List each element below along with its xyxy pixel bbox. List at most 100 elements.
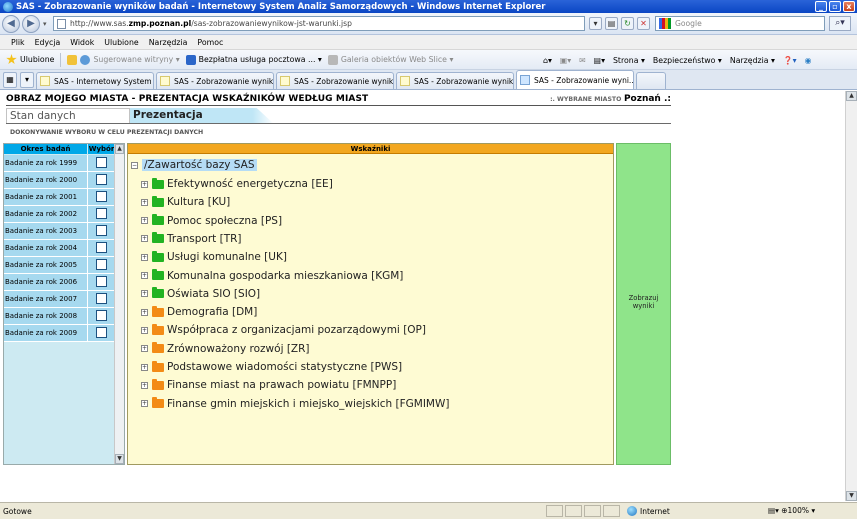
browser-tab-1[interactable]: SAS - Internetowy System A... bbox=[36, 72, 154, 89]
close-button[interactable]: x bbox=[843, 1, 855, 12]
scroll-up-icon[interactable]: ▲ bbox=[115, 144, 124, 154]
tree-item-dm[interactable]: + Demografia [DM] bbox=[141, 305, 257, 319]
browser-tab-2[interactable]: SAS - Zobrazowanie wynikó... bbox=[156, 72, 274, 89]
stop-icon[interactable]: ✕ bbox=[637, 17, 650, 30]
tree-item-fgmimw[interactable]: + Finanse gmin miejskich i miejsko_wiejsk… bbox=[141, 397, 449, 411]
tab-data-state[interactable]: Stan danych bbox=[6, 108, 130, 124]
selected-city-label: :. WYBRANE MIASTO bbox=[550, 96, 622, 103]
expand-icon[interactable]: + bbox=[141, 217, 148, 225]
period-checkbox[interactable] bbox=[96, 208, 107, 219]
period-checkbox[interactable] bbox=[96, 259, 107, 270]
expand-icon[interactable]: + bbox=[141, 253, 148, 261]
expand-icon[interactable]: + bbox=[141, 326, 148, 334]
period-checkbox[interactable] bbox=[96, 225, 107, 236]
expand-icon[interactable]: + bbox=[141, 290, 148, 298]
history-dropdown-icon[interactable]: ▾ bbox=[43, 20, 47, 28]
tree-item-pws[interactable]: + Podstawowe wiadomości statystyczne [PWS… bbox=[141, 360, 402, 374]
home-icon[interactable]: ⌂▾ bbox=[543, 56, 552, 65]
tab-favicon bbox=[400, 76, 410, 86]
period-checkbox[interactable] bbox=[96, 327, 107, 338]
period-checkbox[interactable] bbox=[96, 157, 107, 168]
tree-item-zr[interactable]: + Zrównoważony rozwój [ZR] bbox=[141, 342, 310, 356]
research-icon[interactable]: ◉ bbox=[805, 56, 812, 65]
tree-item-ps[interactable]: + Pomoc społeczna [PS] bbox=[141, 214, 282, 228]
refresh-icon[interactable]: ↻ bbox=[621, 17, 634, 30]
security-menu[interactable]: Bezpieczeństwo ▾ bbox=[653, 56, 722, 65]
back-button[interactable]: ◀ bbox=[2, 14, 20, 33]
browser-tab-3[interactable]: SAS - Zobrazowanie wynikó... bbox=[276, 72, 394, 89]
menu-help[interactable]: Pomoc bbox=[192, 38, 228, 47]
expand-icon[interactable]: + bbox=[141, 345, 148, 353]
page-scrollbar[interactable]: ▲ ▼ bbox=[845, 91, 857, 501]
help-icon[interactable]: ❓▾ bbox=[783, 56, 797, 65]
tab-list-icon[interactable]: ▾ bbox=[20, 72, 34, 88]
free-mail-link[interactable]: Bezpłatna usługa pocztowa ... ▾ bbox=[185, 54, 322, 65]
web-slice-gallery-link[interactable]: Galeria obiektów Web Slice ▾ bbox=[327, 54, 453, 65]
tree-item-kgm[interactable]: + Komunalna gospodarka mieszkaniowa [KGM] bbox=[141, 269, 403, 283]
period-label: Badanie za rok 2008 bbox=[4, 308, 87, 324]
suggested-sites-button[interactable]: Sugerowane witryny ▾ bbox=[67, 54, 180, 65]
period-checkbox[interactable] bbox=[96, 293, 107, 304]
tree-item-fmnpp[interactable]: + Finanse miast na prawach powiatu [FMNPP… bbox=[141, 378, 396, 392]
page-menu[interactable]: Strona ▾ bbox=[613, 56, 645, 65]
zoom-level[interactable]: ▤▾ ⊕100% ▾ bbox=[768, 506, 815, 515]
forward-button[interactable]: ▶ bbox=[22, 14, 40, 33]
mail-icon[interactable]: ✉ bbox=[579, 56, 586, 65]
menu-file[interactable]: Plik bbox=[6, 38, 30, 47]
period-scrollbar[interactable]: ▲ ▼ bbox=[114, 144, 124, 464]
browser-tab-5-active[interactable]: SAS - Zobrazowanie wyni... ✖ bbox=[516, 70, 634, 89]
show-results-button[interactable]: Zobrazuj wyniki bbox=[617, 294, 670, 310]
period-checkbox[interactable] bbox=[96, 276, 107, 287]
tab-presentation[interactable]: Prezentacja bbox=[130, 108, 274, 124]
tab-favicon bbox=[520, 75, 530, 85]
collapse-icon[interactable]: − bbox=[131, 161, 138, 169]
folder-icon bbox=[152, 250, 164, 262]
tree-item-op[interactable]: + Współpraca z organizacjami pozarządowym… bbox=[141, 323, 426, 337]
print-icon[interactable]: ▤▾ bbox=[594, 56, 605, 65]
tree-item-uk[interactable]: + Usługi komunalne [UK] bbox=[141, 250, 287, 264]
expand-icon[interactable]: + bbox=[141, 400, 148, 408]
new-tab-button[interactable] bbox=[636, 72, 666, 89]
address-input[interactable]: http://www.sas. zmp.poznan.pl/sas-zobrazo… bbox=[53, 16, 585, 31]
expand-icon[interactable]: + bbox=[141, 180, 148, 188]
tree-item-ee[interactable]: + Efektywność energetyczna [EE] bbox=[141, 177, 333, 191]
show-results-panel[interactable]: Zobrazuj wyniki bbox=[616, 143, 671, 465]
tree-item-sio[interactable]: + Oświata SIO [SIO] bbox=[141, 287, 260, 301]
expand-icon[interactable]: + bbox=[141, 381, 148, 389]
expand-icon[interactable]: + bbox=[141, 308, 148, 316]
address-dropdown-icon[interactable]: ▾ bbox=[589, 17, 602, 30]
search-button[interactable]: ⌕▾ bbox=[829, 16, 851, 31]
tree-item-tr[interactable]: + Transport [TR] bbox=[141, 232, 242, 246]
scroll-down-icon[interactable]: ▼ bbox=[115, 454, 124, 464]
expand-icon[interactable]: + bbox=[141, 272, 148, 279]
scroll-up-icon[interactable]: ▲ bbox=[846, 91, 857, 101]
tree-item-ku[interactable]: + Kultura [KU] bbox=[141, 195, 230, 209]
menu-edit[interactable]: Edycja bbox=[30, 38, 66, 47]
tools-menu[interactable]: Narzędzia ▾ bbox=[730, 56, 775, 65]
compatibility-view-icon[interactable]: ▤ bbox=[605, 17, 618, 30]
minimize-button[interactable]: _ bbox=[815, 1, 827, 12]
expand-icon[interactable]: + bbox=[141, 198, 148, 206]
indicators-header: Wskaźniki bbox=[128, 144, 613, 154]
tree-root[interactable]: − /Zawartość bazy SAS bbox=[131, 158, 257, 172]
menu-view[interactable]: Widok bbox=[65, 38, 99, 47]
period-checkbox[interactable] bbox=[96, 174, 107, 185]
expand-icon[interactable]: + bbox=[141, 235, 148, 243]
period-checkbox[interactable] bbox=[96, 242, 107, 253]
expand-icon[interactable]: + bbox=[141, 363, 148, 371]
period-checkbox[interactable] bbox=[96, 191, 107, 202]
feeds-icon[interactable]: ▣▾ bbox=[560, 56, 571, 65]
favorites-button[interactable]: Ulubione bbox=[6, 54, 54, 65]
period-checkbox[interactable] bbox=[96, 310, 107, 321]
browser-tab-4[interactable]: SAS - Zobrazowanie wynikó... bbox=[396, 72, 514, 89]
maximize-button[interactable]: ▫ bbox=[829, 1, 841, 12]
quick-tabs-icon[interactable]: ▦ bbox=[3, 72, 17, 88]
search-input[interactable]: Google bbox=[655, 16, 825, 31]
period-check-cell bbox=[87, 189, 115, 205]
security-zone[interactable]: Internet bbox=[627, 506, 670, 516]
menu-favorites[interactable]: Ulubione bbox=[99, 38, 143, 47]
scroll-down-icon[interactable]: ▼ bbox=[846, 491, 857, 501]
internet-explorer-icon bbox=[3, 1, 13, 12]
protected-mode-icon[interactable]: ▤▾ bbox=[768, 506, 781, 515]
menu-tools[interactable]: Narzędzia bbox=[144, 38, 193, 47]
